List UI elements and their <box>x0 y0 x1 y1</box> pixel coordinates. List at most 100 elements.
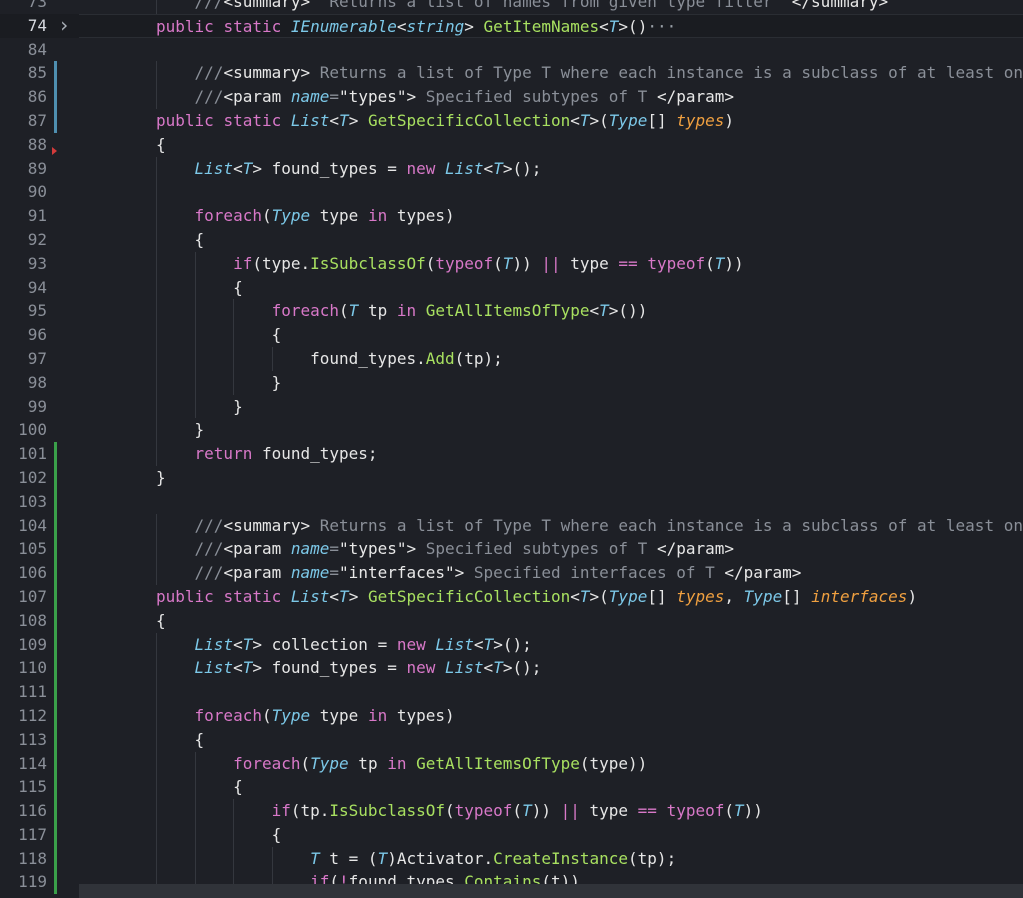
code-line[interactable]: 94 { <box>0 275 1023 300</box>
indent-guide <box>156 799 157 823</box>
horizontal-scrollbar[interactable] <box>79 884 1023 898</box>
code-line[interactable]: 96 { <box>0 323 1023 347</box>
token: in <box>387 753 407 773</box>
code-line[interactable]: 92 { <box>0 227 1023 252</box>
code-line[interactable]: 102} <box>0 465 1023 490</box>
code-line[interactable]: 90 <box>0 180 1023 205</box>
token: [] <box>782 586 812 606</box>
token: > <box>348 586 368 606</box>
token: > found_types = <box>252 158 407 178</box>
token: ( <box>444 801 455 821</box>
code-line[interactable]: 85 ///<summary> Returns a list of Type T… <box>0 61 1023 86</box>
code-line[interactable]: 88 { <box>0 133 1023 157</box>
code-line[interactable]: 99 } <box>0 394 1023 419</box>
code-line[interactable]: 107 public static List<T> GetSpecificColl… <box>0 584 1023 609</box>
chevron-right-icon[interactable]: › <box>58 13 72 38</box>
token: [] <box>647 586 677 606</box>
token: { <box>194 729 205 749</box>
code-line[interactable]: 93 if(type.IsSubclassOf(typeof(T)) || ty… <box>0 251 1023 276</box>
code-line[interactable]: 100 } <box>0 418 1023 443</box>
token: IEnumerable <box>290 16 397 36</box>
code-line[interactable]: 109 List<T> collection = new List<T>(); <box>0 632 1023 657</box>
code-line[interactable]: 97 found_types.Add(tp); <box>0 346 1023 371</box>
token: typeof <box>454 801 513 821</box>
token: T <box>493 658 503 678</box>
token: in <box>396 301 417 321</box>
line-number: 89 <box>27 158 47 178</box>
token: static <box>223 110 282 130</box>
code-line[interactable]: 84 <box>0 38 1023 62</box>
code-editor[interactable]: 73 ///<summary> Returns a list of names … <box>0 0 1023 895</box>
code-line[interactable]: 116 if(tp.IsSubclassOf(typeof(T)) || typ… <box>0 799 1023 823</box>
token: "interfaces" <box>339 563 455 583</box>
code-text: List<T> collection = new List<T>(); <box>79 632 1023 657</box>
code-line[interactable]: 87 public static List<T> GetSpecificColle… <box>0 108 1023 133</box>
token: in <box>367 705 388 725</box>
code-line[interactable]: 108 { <box>0 608 1023 633</box>
token: [] <box>647 110 677 130</box>
code-line[interactable]: 86 ///<param name="types"> Specified sub… <box>0 85 1023 109</box>
token: >( <box>589 110 609 130</box>
line-number: 88 <box>27 134 47 154</box>
code-line[interactable]: 117 { <box>0 822 1023 847</box>
line-number: 99 <box>27 396 47 416</box>
code-line[interactable]: 111 <box>0 680 1023 704</box>
added-line-marker <box>54 632 57 657</box>
code-line[interactable]: 91 foreach(Type type in types) <box>0 204 1023 228</box>
token: { <box>156 134 166 154</box>
line-number: 97 <box>27 348 47 368</box>
token: "types" <box>339 539 407 559</box>
code-line[interactable]: 95 foreach(T tp in GetAllItemsOfType<T>(… <box>0 299 1023 324</box>
token: < <box>599 16 609 36</box>
token: ( <box>261 705 272 725</box>
indent-guide <box>233 370 235 395</box>
indent-guide <box>156 775 157 800</box>
indent-guide <box>156 656 157 681</box>
code-line[interactable]: 113 { <box>0 727 1023 752</box>
token: static <box>223 16 282 36</box>
line-number: 85 <box>27 63 47 83</box>
indent-guide <box>156 442 157 466</box>
code-line[interactable]: 104 ///<summary> Returns a list of Type … <box>0 513 1023 538</box>
code-line[interactable]: 106 ///<param name="interfaces"> Specifi… <box>0 561 1023 585</box>
code-line[interactable]: 114 foreach(Type tp in GetAllItemsOfType… <box>0 751 1023 776</box>
code-line[interactable]: 110 List<T> found_types = new List<T>(); <box>0 656 1023 681</box>
code-line[interactable]: 105 ///<param name="types"> Specified su… <box>0 537 1023 562</box>
code-text: foreach(T tp in GetAllItemsOfType<T>()) <box>79 299 1023 324</box>
code-text: { <box>79 323 1023 347</box>
line-number: 90 <box>27 182 47 202</box>
code-line[interactable]: 103 <box>0 489 1023 514</box>
token: )Activator. <box>387 848 494 868</box>
code-line[interactable]: 98 } <box>0 370 1023 395</box>
code-text: { <box>79 775 1023 800</box>
token: = <box>329 563 340 583</box>
indent-guide <box>194 846 196 871</box>
token: < <box>233 634 243 654</box>
token: Add <box>425 348 455 368</box>
token: T <box>734 801 744 821</box>
token: </param> <box>656 87 735 107</box>
code-text: public static List<T> GetSpecificCollect… <box>79 109 1023 133</box>
code-line[interactable]: 89 List<T> found_types = new List<T>(); <box>0 156 1023 181</box>
code-line[interactable]: 101 return found_types; <box>0 442 1023 466</box>
token: <param <box>223 87 291 107</box>
token: name <box>290 87 330 107</box>
token: name <box>290 539 330 559</box>
code-line[interactable]: 112 foreach(Type type in types) <box>0 703 1023 728</box>
code-line[interactable]: 118 T t = (T)Activator.CreateInstance(tp… <box>0 846 1023 871</box>
code-line[interactable]: 74 › public static IEnumerable < string> Get… <box>0 13 1023 38</box>
code-line[interactable]: 115 { <box>0 775 1023 800</box>
token: T <box>310 848 320 868</box>
token: T <box>579 586 590 606</box>
code-line[interactable]: 73 ///<summary> Returns a list of names … <box>0 0 1023 14</box>
line-number: 93 <box>27 253 47 273</box>
